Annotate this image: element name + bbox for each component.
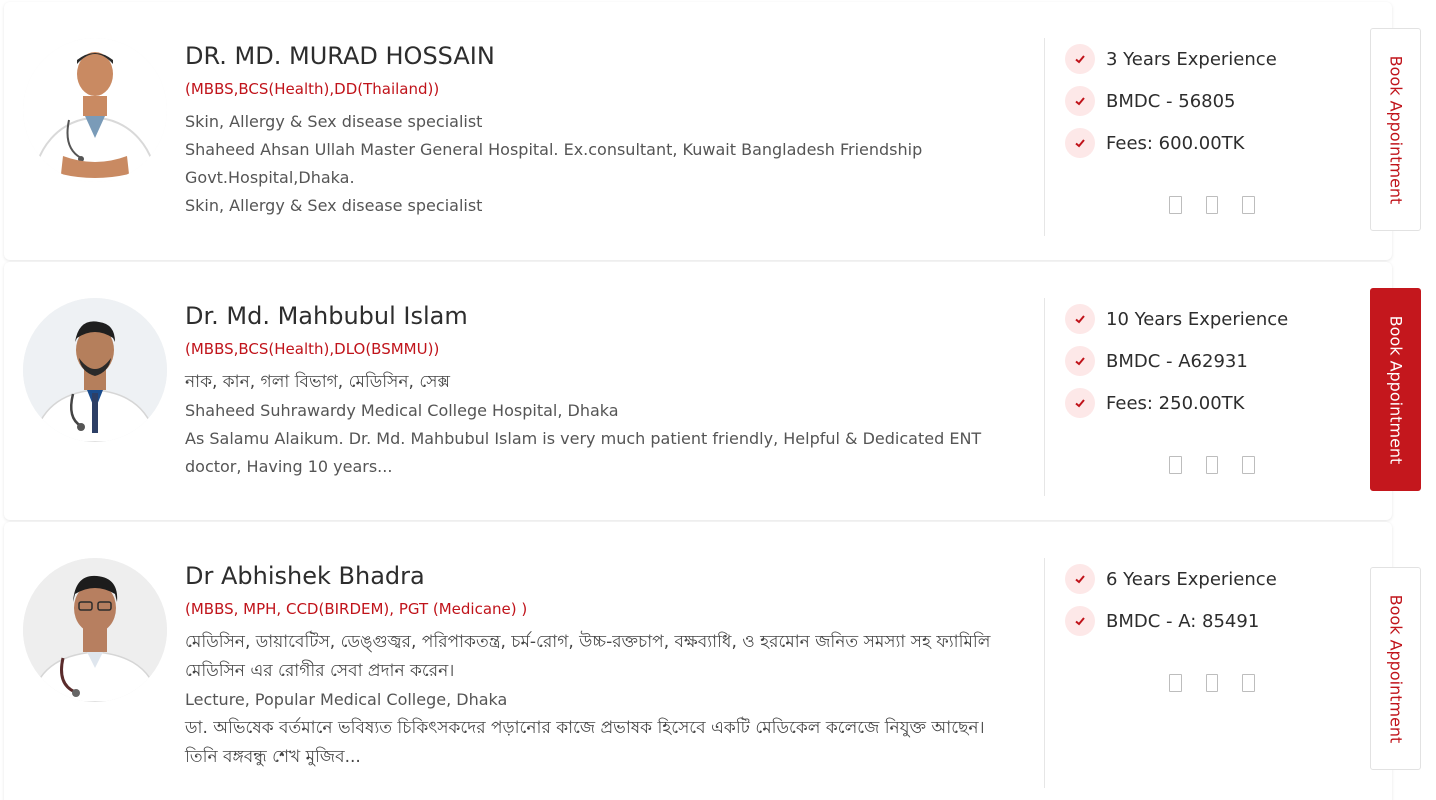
doctor-hospital: Lecture, Popular Medical College, Dhaka — [185, 690, 508, 709]
social-links — [1169, 456, 1279, 476]
stat-experience: 3 Years Experience — [1065, 38, 1325, 80]
social-icon[interactable] — [1205, 456, 1219, 474]
social-links — [1169, 196, 1279, 216]
stat-experience: 6 Years Experience — [1065, 558, 1325, 600]
card-divider — [1044, 558, 1045, 788]
social-icon[interactable] — [1169, 196, 1182, 214]
stat-label: 3 Years Experience — [1106, 48, 1277, 70]
doctor-specialty: Skin, Allergy & Sex disease specialist — [185, 112, 483, 131]
check-icon — [1065, 128, 1095, 158]
doctor-name[interactable]: Dr Abhishek Bhadra — [185, 560, 1015, 592]
check-icon — [1065, 86, 1095, 116]
doctor-card: Dr. Md. Mahbubul Islam (MBBS,BCS(Health)… — [4, 262, 1392, 520]
stat-fees: Fees: 600.00TK — [1065, 122, 1325, 164]
doctor-stats: 10 Years Experience BMDC - A62931 Fees: … — [1065, 298, 1325, 424]
book-appointment-label: Book Appointment — [1386, 594, 1405, 743]
stat-bmdc: BMDC - A62931 — [1065, 340, 1325, 382]
doctor-list: DR. MD. MURAD HOSSAIN (MBBS,BCS(Health),… — [0, 0, 1436, 800]
social-icon[interactable] — [1242, 196, 1256, 214]
stat-label: 10 Years Experience — [1106, 308, 1289, 330]
doctor-specialty: মেডিসিন, ডায়াবেটিস, ডেঙ্গুজ্বর, পরিপাকত… — [185, 632, 991, 681]
stat-label: Fees: 250.00TK — [1106, 392, 1245, 414]
stat-label: Fees: 600.00TK — [1106, 132, 1245, 154]
book-appointment-label: Book Appointment — [1386, 315, 1405, 464]
social-icon[interactable] — [1205, 196, 1219, 214]
stat-bmdc: BMDC - A: 85491 — [1065, 600, 1325, 642]
social-icon[interactable] — [1242, 456, 1256, 474]
doctor-name[interactable]: Dr. Md. Mahbubul Islam — [185, 300, 1015, 332]
doctor-stats: 3 Years Experience BMDC - 56805 Fees: 60… — [1065, 38, 1325, 164]
doctor-stats: 6 Years Experience BMDC - A: 85491 — [1065, 558, 1325, 642]
card-divider — [1044, 298, 1045, 496]
check-icon — [1065, 304, 1095, 334]
doctor-card: Dr Abhishek Bhadra (MBBS, MPH, CCD(BIRDE… — [4, 522, 1392, 800]
doctor-info: Dr. Md. Mahbubul Islam (MBBS,BCS(Health)… — [185, 298, 1015, 481]
social-icon[interactable] — [1169, 674, 1182, 692]
social-links — [1169, 674, 1279, 694]
stat-fees: Fees: 250.00TK — [1065, 382, 1325, 424]
doctor-avatar[interactable] — [23, 38, 167, 182]
doctor-avatar[interactable] — [23, 558, 167, 702]
check-icon — [1065, 44, 1095, 74]
book-appointment-label: Book Appointment — [1386, 55, 1405, 204]
check-icon — [1065, 564, 1095, 594]
doctor-avatar[interactable] — [23, 298, 167, 442]
doctor-name[interactable]: DR. MD. MURAD HOSSAIN — [185, 40, 1015, 72]
stat-label: 6 Years Experience — [1106, 568, 1277, 590]
doctor-description: As Salamu Alaikum. Dr. Md. Mahbubul Isla… — [185, 429, 982, 476]
doctor-photo-icon — [23, 558, 167, 702]
social-icon[interactable] — [1169, 456, 1182, 474]
doctor-description: ডা. অভিষেক বর্তমানে ভবিষ্যত চিকিৎসকদের প… — [185, 718, 985, 767]
doctor-photo-icon — [23, 38, 167, 182]
doctor-photo-icon — [23, 298, 167, 442]
check-icon — [1065, 388, 1095, 418]
doctor-specialty: নাক, কান, গলা বিভাগ, মেডিসিন, সেক্স — [185, 372, 450, 392]
stat-bmdc: BMDC - 56805 — [1065, 80, 1325, 122]
doctor-description: Skin, Allergy & Sex disease specialist — [185, 196, 483, 215]
stat-label: BMDC - 56805 — [1106, 90, 1236, 112]
book-appointment-button[interactable]: Book Appointment — [1370, 567, 1421, 770]
check-icon — [1065, 346, 1095, 376]
doctor-degree: (MBBS, MPH, CCD(BIRDEM), PGT (Medicane) … — [185, 600, 528, 618]
check-icon — [1065, 606, 1095, 636]
stat-experience: 10 Years Experience — [1065, 298, 1325, 340]
doctor-hospital: Shaheed Suhrawardy Medical College Hospi… — [185, 401, 619, 420]
doctor-degree: (MBBS,BCS(Health),DLO(BSMMU)) — [185, 340, 440, 358]
doctor-info: Dr Abhishek Bhadra (MBBS, MPH, CCD(BIRDE… — [185, 558, 1015, 772]
social-icon[interactable] — [1205, 674, 1219, 692]
stat-label: BMDC - A: 85491 — [1106, 610, 1260, 632]
doctor-hospital: Shaheed Ahsan Ullah Master General Hospi… — [185, 140, 923, 187]
doctor-degree: (MBBS,BCS(Health),DD(Thailand)) — [185, 80, 440, 98]
card-divider — [1044, 38, 1045, 236]
doctor-card: DR. MD. MURAD HOSSAIN (MBBS,BCS(Health),… — [4, 2, 1392, 260]
book-appointment-button[interactable]: Book Appointment — [1370, 28, 1421, 231]
social-icon[interactable] — [1242, 674, 1256, 692]
book-appointment-button[interactable]: Book Appointment — [1370, 288, 1421, 491]
doctor-info: DR. MD. MURAD HOSSAIN (MBBS,BCS(Health),… — [185, 38, 1015, 220]
stat-label: BMDC - A62931 — [1106, 350, 1248, 372]
